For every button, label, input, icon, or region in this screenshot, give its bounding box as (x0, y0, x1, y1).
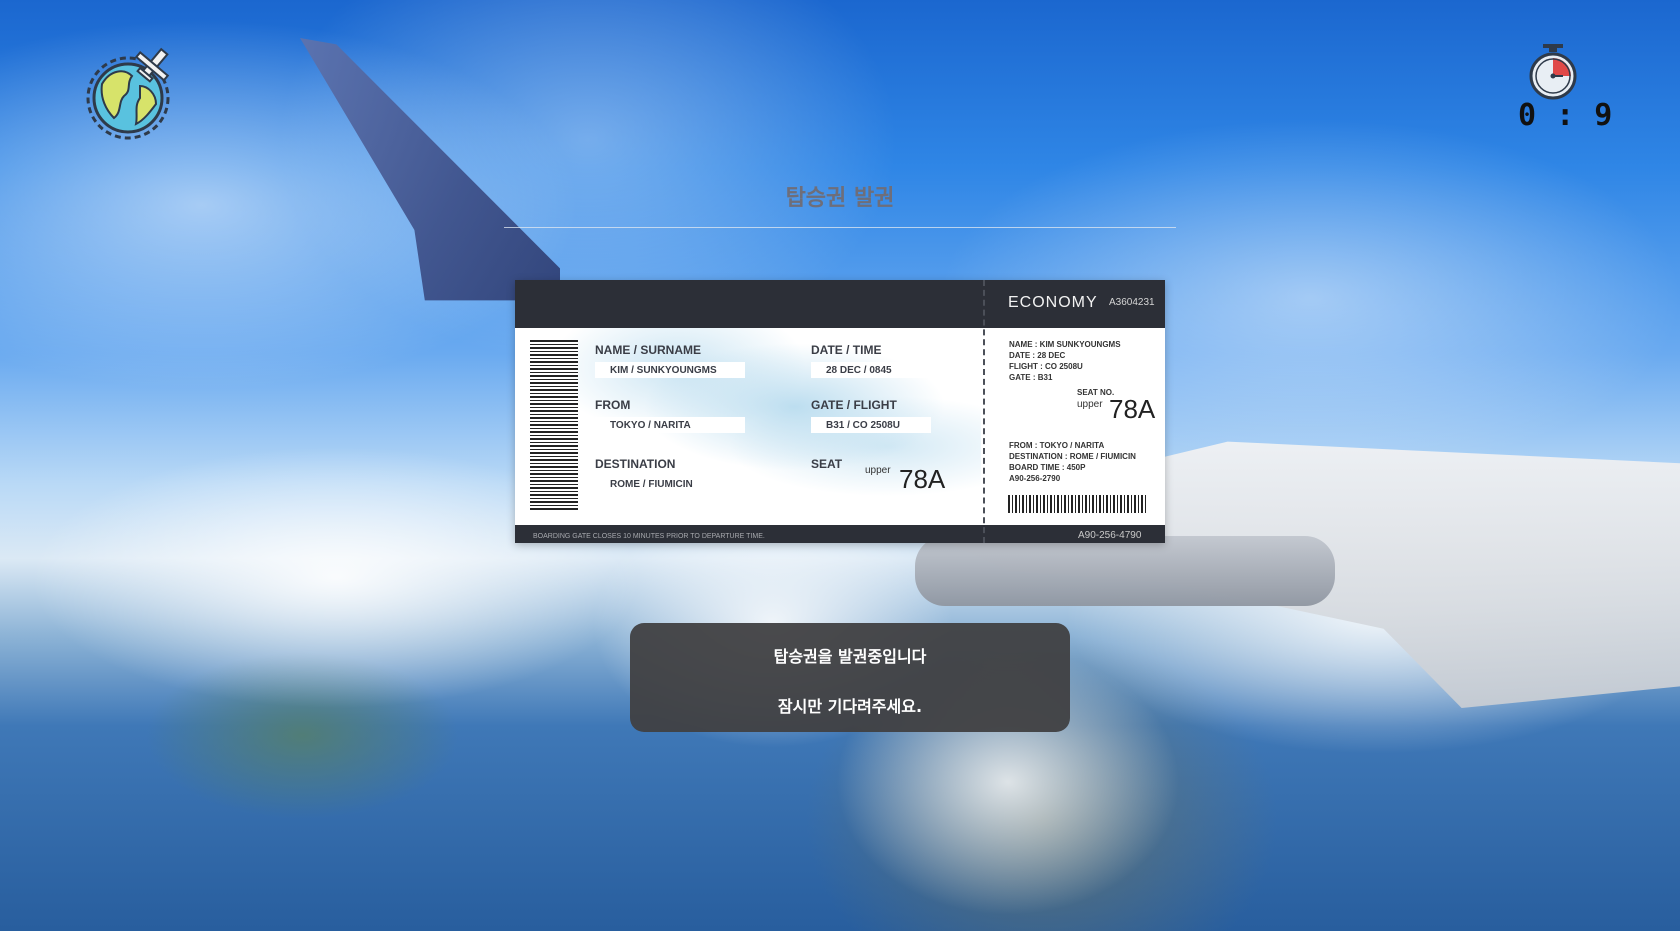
footer-code: A90-256-4790 (1078, 530, 1142, 541)
stub-seat-upper: upper (1077, 399, 1103, 410)
from-value: TOKYO / NARITA (610, 420, 691, 431)
title-divider (504, 227, 1176, 228)
status-message: 탑승권을 발권중입니다 (773, 647, 927, 666)
timer-display: 0 : 9 (1518, 98, 1614, 133)
globe-airplane-icon (84, 46, 180, 142)
countdown-timer: 0 : 9 (1518, 44, 1614, 133)
gate-value: B31 / CO 2508U (826, 420, 900, 431)
destination-value: ROME / FIUMICIN (610, 479, 693, 490)
stub-name: NAME : KIM SUNKYOUNGMS (1009, 340, 1121, 349)
stub-destination: DESTINATION : ROME / FIUMICIN (1009, 452, 1136, 461)
ticket-code: A3604231 (1109, 297, 1155, 308)
stub-seat-value: 78A (1109, 394, 1156, 424)
stub-ref: A90-256-2790 (1009, 474, 1061, 483)
seat-upper-label: upper (865, 465, 891, 476)
stub-board-time: BOARD TIME : 450P (1009, 463, 1086, 472)
stub-date: DATE : 28 DEC (1009, 351, 1066, 360)
stub-from: FROM : TOKYO / NARITA (1009, 441, 1105, 450)
stub-flight: FLIGHT : CO 2508U (1009, 362, 1083, 371)
airplane-engine (915, 536, 1335, 606)
barcode-main (530, 340, 578, 510)
date-value: 28 DEC / 0845 (826, 365, 892, 376)
stub-gate: GATE : B31 (1009, 373, 1053, 382)
gate-label: GATE / FLIGHT (811, 398, 897, 412)
stopwatch-icon (1525, 44, 1581, 100)
seat-label: SEAT (811, 457, 843, 471)
perforation-line (983, 280, 985, 543)
seat-value: 78A (899, 464, 946, 494)
boarding-notice: BOARDING GATE CLOSES 10 MINUTES PRIOR TO… (533, 533, 765, 540)
page-title: 탑승권 발권 (785, 186, 895, 211)
status-wait-message: 잠시만 기다려주세요. (777, 697, 923, 716)
date-label: DATE / TIME (811, 343, 882, 357)
name-value: KIM / SUNKYOUNGMS (610, 365, 717, 376)
name-label: NAME / SURNAME (595, 343, 702, 357)
from-label: FROM (595, 398, 631, 412)
ticket-class: ECONOMY (1008, 294, 1098, 311)
destination-label: DESTINATION (595, 457, 676, 471)
boarding-pass: NAME / SURNAME KIM / SUNKYOUNGMS FROM TO… (515, 280, 1165, 543)
barcode-stub (1008, 495, 1148, 513)
issuing-status-dialog: 탑승권을 발권중입니다 잠시만 기다려주세요. (630, 623, 1070, 732)
